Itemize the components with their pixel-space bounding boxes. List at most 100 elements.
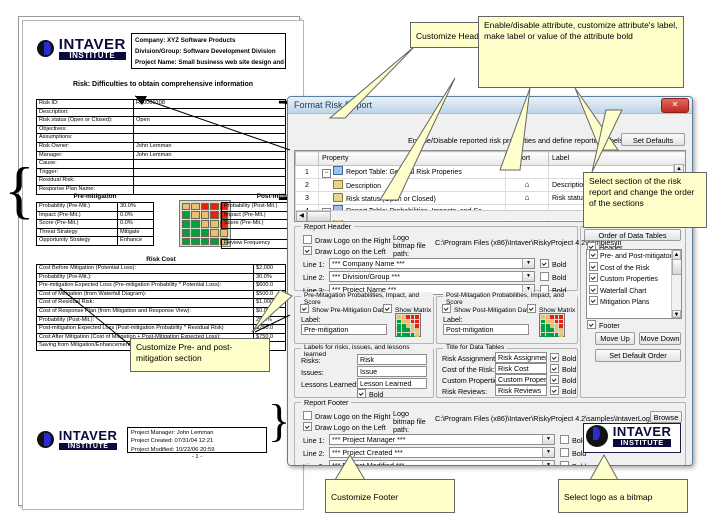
row-value: Enhance	[117, 236, 154, 246]
move-up-button[interactable]: Move Up	[595, 332, 635, 345]
matrix-cell	[406, 324, 410, 328]
checkbox-icon[interactable]	[589, 296, 598, 305]
list-item[interactable]: Pre- and Post-mitigaton	[587, 250, 681, 262]
column-header[interactable]: Label	[548, 151, 685, 166]
post-label-input[interactable]: Post-mitigation	[443, 324, 529, 335]
table-row: Risk ID: R00000108	[36, 99, 286, 109]
list-item[interactable]: Custom Properties	[587, 273, 681, 285]
table-row: Score (Pre-Mit.) 0.0%	[36, 219, 154, 229]
report-cell[interactable]: ⌂	[505, 178, 549, 192]
row-label: Probability (Post-Mit.):	[36, 315, 254, 326]
checkbox-icon[interactable]	[589, 273, 598, 282]
list-item[interactable]: Mitigation Plans	[587, 296, 681, 308]
report-cell[interactable]	[505, 165, 549, 179]
row-label: Post-mitigation Expected Loss (Post-miti…	[36, 324, 254, 334]
footer-line-2: Project Created: 07/31/04 12:21	[131, 438, 214, 445]
matrix-cell	[191, 228, 200, 237]
property-cell[interactable]: Risk status (Open or Closed)	[318, 191, 506, 205]
row-label: Risk ID:	[36, 99, 134, 109]
chevron-down-icon[interactable]: ▼	[522, 259, 534, 268]
matrix-cell	[210, 202, 219, 211]
order-of-data-tables-group: Order of Data Tables Header Pre- and Pos…	[580, 226, 686, 398]
scroll-left-icon[interactable]: ◀	[296, 211, 307, 221]
checkbox-icon[interactable]	[589, 284, 598, 294]
risks-input[interactable]: Risk	[357, 354, 427, 365]
row-label: Trigger:	[36, 167, 134, 178]
header-line1-combo[interactable]: *** Company Name *** ▼	[329, 258, 535, 269]
order-list[interactable]: Pre- and Post-mitigaton Cost of the Risk…	[586, 249, 682, 319]
table-row: Cost of Response Plan (from Mitigation a…	[36, 306, 286, 317]
show-pre-mitigation-data-checkbox[interactable]: Show Pre-Mitigation Data	[300, 304, 387, 314]
column-header[interactable]	[295, 151, 319, 166]
cost-of-risk-bold-checkbox[interactable]: Bold	[550, 364, 576, 374]
footer-line3-combo[interactable]: *** Project Modified *** ▼	[329, 460, 555, 465]
labels-bold-checkbox[interactable]: Bold	[357, 389, 383, 399]
draw-logo-left-footer-checkbox[interactable]: Draw Logo on the Left	[303, 422, 386, 432]
report-cell[interactable]: ⌂	[505, 191, 549, 205]
risk-assignments-input[interactable]: Risk Assignments	[495, 352, 547, 363]
format-risk-report-dialog[interactable]: Format Risk Report ✕ Enable/Disable repo…	[287, 96, 693, 466]
risk-assignments-bold-checkbox[interactable]: Bold	[550, 353, 576, 363]
checkbox-label: Bold	[562, 376, 577, 385]
report-footer-group-title: Report Footer	[301, 398, 352, 407]
matrix-cell	[200, 228, 210, 237]
scroll-down-icon[interactable]: ▼	[672, 310, 681, 318]
property-cell[interactable]: − Report Table: General Risk Properies	[318, 165, 506, 179]
order-list-scrollbar[interactable]: ▲ ▼	[671, 250, 681, 318]
table-row: Probability (Pre-Mit.) 30.0%	[36, 202, 154, 212]
column-header[interactable]: Report	[505, 151, 549, 166]
report-footer-logo: INTAVER INSTITUTE	[37, 429, 118, 451]
footer-line1-label: Line 1:	[303, 436, 325, 445]
callout-premitigation: Customize Pre- and post- mitigation sect…	[130, 338, 270, 372]
risk-reviews-bold-checkbox[interactable]: Bold	[550, 386, 576, 396]
lessons-input[interactable]: Lesson Learned	[357, 378, 427, 389]
scroll-thumb[interactable]	[672, 259, 681, 275]
chevron-down-icon[interactable]: ▼	[542, 461, 554, 465]
checkbox-label: Bold	[369, 390, 384, 399]
chevron-down-icon[interactable]: ▼	[542, 435, 554, 444]
close-icon[interactable]: ✕	[661, 98, 689, 113]
chevron-down-icon[interactable]: ▼	[522, 272, 534, 281]
row-value: $600.0	[253, 281, 286, 291]
move-down-button[interactable]: Move Down	[639, 332, 681, 345]
set-default-order-button[interactable]: Set Default Order	[595, 349, 681, 362]
list-item[interactable]: Cost of the Risk	[587, 261, 681, 274]
matrix-row	[541, 332, 563, 337]
matrix-cell	[414, 328, 419, 333]
pre-label-input[interactable]: Pre-mitigation	[301, 324, 387, 335]
titles-group: Title for Data Tables Risk Assignments: …	[436, 344, 578, 398]
draw-logo-right-footer-checkbox[interactable]: Draw Logo on the Right	[303, 411, 391, 421]
custom-properties-bold-checkbox[interactable]: Bold	[550, 375, 576, 385]
browse-button[interactable]: Browse	[650, 411, 682, 423]
draw-logo-left-header-checkbox[interactable]: Draw Logo on the Left	[303, 246, 386, 256]
header-line2-bold-checkbox[interactable]: Bold	[540, 272, 566, 282]
show-post-mitigation-data-checkbox[interactable]: Show Post-Mitigation Data	[442, 304, 532, 314]
header-line2-combo[interactable]: *** Division/Group *** ▼	[329, 271, 535, 282]
checkbox-icon[interactable]	[589, 250, 598, 259]
property-cell[interactable]: Description	[318, 178, 506, 192]
report-header-group-title: Report Header	[301, 222, 355, 231]
column-header[interactable]: Property	[318, 151, 506, 166]
header-line1-bold-checkbox[interactable]: Bold	[540, 259, 566, 269]
footer-line1-combo[interactable]: *** Project Manager *** ▼	[329, 434, 555, 445]
expand-collapse-icon[interactable]: −	[322, 169, 331, 178]
table-row: Opportunity Strategy Enhance	[36, 236, 154, 246]
list-item[interactable]: Waterfall Chart	[587, 284, 681, 297]
issues-input[interactable]: Issue	[357, 366, 427, 377]
checkbox-icon[interactable]	[589, 261, 598, 271]
dialog-title-bar[interactable]: Format Risk Report ✕	[288, 97, 692, 114]
cost-of-risk-input[interactable]: Risk Cost	[495, 363, 547, 374]
custom-properties-input[interactable]: Custom Properties	[495, 374, 547, 385]
table-row: Probability (Post-Mit.): 25.0%	[36, 315, 286, 326]
hscroll-thumb[interactable]	[307, 211, 331, 221]
order-footer-checkbox[interactable]: Footer	[587, 320, 620, 330]
risk-reviews-input[interactable]: Risk Reviews	[495, 385, 547, 396]
draw-logo-right-header-checkbox[interactable]: Draw Logo on the Right	[303, 235, 391, 245]
chevron-down-icon[interactable]: ▼	[542, 448, 554, 457]
footer-line2-combo[interactable]: *** Project Created *** ▼	[329, 447, 555, 458]
pre-mitigation-heading: Pre-mitigation	[73, 193, 117, 200]
row-label: Impact (Pre-Mit.)	[36, 210, 118, 221]
footer-line3-bold-checkbox[interactable]: Bold	[560, 461, 586, 465]
footer-line-1: Project Manager: John Lemman	[131, 430, 214, 436]
set-defaults-button[interactable]: Set Defaults	[621, 133, 685, 146]
